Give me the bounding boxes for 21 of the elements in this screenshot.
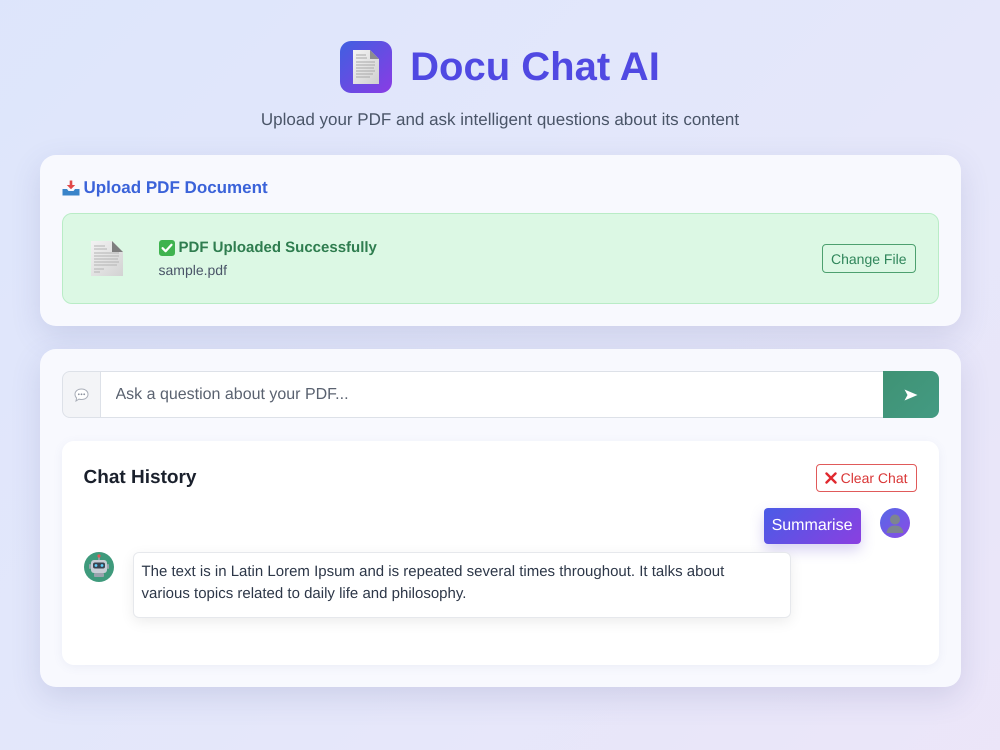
- change-file-button[interactable]: Change File: [822, 244, 916, 273]
- robot-avatar-icon: [84, 552, 114, 582]
- speech-bubble-icon: [74, 388, 88, 402]
- cross-icon: [824, 472, 837, 484]
- inbox-tray-icon: [62, 180, 80, 196]
- document-logo-icon: [340, 41, 392, 93]
- send-button[interactable]: [882, 371, 938, 418]
- file-name: sample.pdf: [158, 262, 227, 278]
- app-subtitle: Upload your PDF and ask intelligent questions about its content: [260, 110, 740, 130]
- user-message: Summarise: [764, 508, 860, 544]
- app-title: Docu Chat AI: [410, 44, 660, 91]
- user-avatar-icon: [880, 508, 910, 538]
- send-icon: [904, 388, 918, 400]
- upload-heading: Upload PDF Document: [84, 178, 268, 198]
- upload-status-message: PDF Uploaded Successfully: [178, 239, 377, 256]
- clear-chat-button[interactable]: Clear Chat: [816, 464, 916, 492]
- document-icon: [90, 240, 124, 277]
- chat-history-title: Chat History: [84, 467, 196, 489]
- bot-message: The text is in Latin Lorem Ipsum and is repeated several times throughout. It talks about various topics related to daily life and philosophy.: [132, 552, 790, 618]
- question-input-field[interactable]: Ask a question about your PDF...: [100, 371, 882, 418]
- check-icon: [158, 240, 174, 256]
